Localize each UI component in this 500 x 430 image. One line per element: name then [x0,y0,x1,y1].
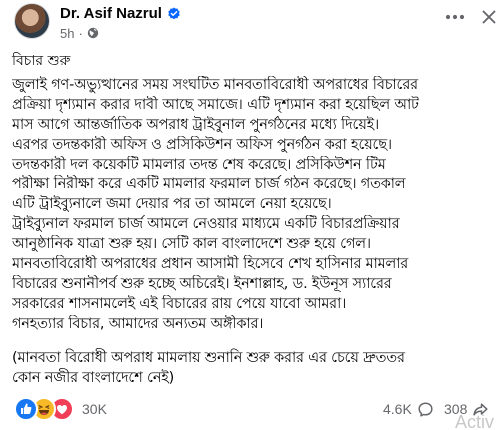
body-line: মানবতাবিরোধী অপরাধের প্রধান আসামী হিসেবে… [12,256,409,273]
body-line: প্রক্রিয়া দৃশ্যমান করার দাবী আছে সমাজে।… [12,96,419,113]
body-line: গনহত্যার বিচার, আমাদের অন্যতম অঙ্গীকার। [12,315,264,332]
verified-badge-icon [167,6,181,20]
reaction-count: 30K [82,401,107,417]
body-line: জুলাই গণ-অভ্যুত্থানের সময় সংঘটিত মানবতা… [12,77,418,93]
author-name[interactable]: Dr. Asif Nazrul [60,5,162,22]
comment-icon [418,401,433,417]
author-line: Dr. Asif Nazrul [60,4,181,22]
body-line: এরপর তদন্তকারী অফিস ও প্রসিকিউশন অফিস পু… [12,136,392,153]
post-time[interactable]: 5h [60,26,74,41]
comment-count: 4.6K [383,401,412,417]
meta-separator: · [78,25,83,41]
body-line: তদন্তকারী দল কয়েকটি মামলার তদন্ত শেষ কর… [12,156,386,173]
body-line: মাস আগে আন্তর্জাতিক অপরাধ ট্রাইবুনাল পুন… [12,116,379,133]
close-icon[interactable] [480,8,498,26]
post-body: জুলাই গণ-অভ্যুত্থানের সময় সংঘটিত মানবতা… [12,76,494,335]
reactions-summary[interactable]: 30K [14,397,107,421]
note-line: কোন নজীর বাংলাদেশে নেই) [12,370,175,386]
post-header: Dr. Asif Nazrul 5h · [0,0,500,44]
more-horizontal-icon[interactable] [443,8,467,26]
body-line: আনুষ্ঠানিক যাত্রা শুরু হয়। সেটি কাল বাং… [12,236,371,253]
post-footer: 30K 4.6K 308 [0,396,500,422]
body-line: বিচারের শুনানীপর্ব শুরু হচ্ছে অচিরেই। ইন… [12,275,392,292]
body-line: পরীক্ষা নিরীক্ষা করে একটি মামলার ফরমাল চ… [12,176,406,193]
post-note: (মানবতা বিরোধী অপরাধ মামলায় শুনানি শুরু… [12,348,494,388]
avatar[interactable] [14,3,50,39]
post-title: বিচার শুরু [12,53,71,69]
facebook-post: Dr. Asif Nazrul 5h · বিচার শুরু জুলাই গণ… [0,0,500,430]
comment-stat[interactable]: 4.6K [383,399,434,419]
watermark: Activ [455,412,495,430]
post-meta: 5h · [60,25,99,41]
note-line: (মানবতা বিরোধী অপরাধ মামলায় শুনানি শুরু… [12,350,405,366]
body-line: সরকারের শাসনামলেই এই বিচারের রায় পেয়ে … [12,295,347,312]
like-icon [14,397,38,421]
globe-icon[interactable] [87,27,99,39]
body-line: ট্রাইব্যুনাল ফরমাল চার্জ আমলে নেওয়ার মা… [12,216,400,233]
body-line: এটি ট্রাইব্যুনালে জমা দেয়ার পর তা আমলে … [12,196,332,213]
